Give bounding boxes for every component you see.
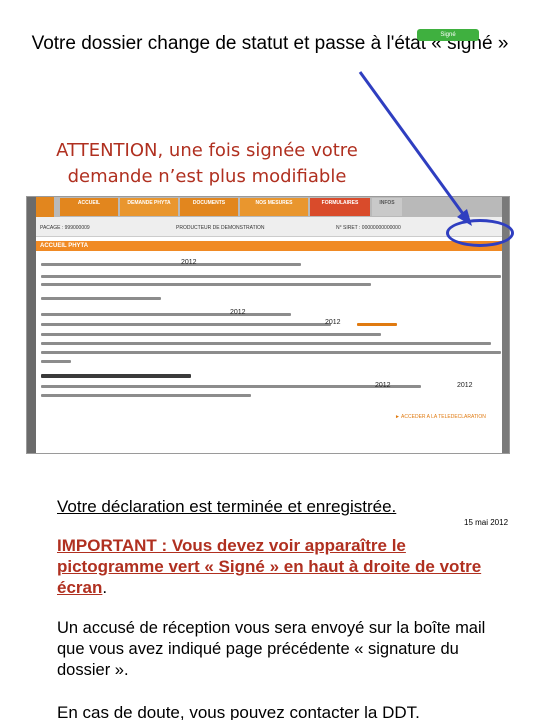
important-text: IMPORTANT : Vous devez voir apparaître l… xyxy=(57,536,482,597)
nav-tab-formulaires[interactable]: FORMULAIRES xyxy=(310,198,370,216)
declaration-done-label: Votre déclaration est terminée et enregi… xyxy=(57,497,392,516)
text-line xyxy=(41,323,331,326)
teledeclaration-link[interactable]: ► ACCEDER A LA TELEDECLARATION xyxy=(395,414,486,420)
screenshot-panel: ACCUEIL DEMANDE PHYTA DOCUMENTS NOS MESU… xyxy=(26,196,510,454)
nav-tab-accueil[interactable]: ACCUEIL xyxy=(60,198,118,216)
signe-status-button[interactable]: Signé xyxy=(417,29,479,41)
document-date: 15 mai 2012 xyxy=(464,518,509,527)
highlight-ellipse xyxy=(446,219,514,247)
accueil-section-title: ACCUEIL PHYTA xyxy=(36,241,502,251)
text-line xyxy=(41,394,251,397)
text-line xyxy=(41,297,161,300)
important-dot: . xyxy=(102,578,108,597)
declaration-done-dot: . xyxy=(391,497,397,516)
top-nav: ACCUEIL DEMANDE PHYTA DOCUMENTS NOS MESU… xyxy=(36,197,502,217)
dossier-info-bar: PACAGE : 999000009 PRODUCTEUR DE DEMONST… xyxy=(36,217,502,237)
important-notice: IMPORTANT : Vous devez voir apparaître l… xyxy=(57,535,507,598)
year-annotation: 2012 xyxy=(181,259,197,266)
receipt-info: Un accusé de réception vous sera envoyé … xyxy=(57,619,486,679)
nav-tab-demande[interactable]: DEMANDE PHYTA xyxy=(120,198,178,216)
warning-text: ATTENTION, une fois signée votre demande… xyxy=(56,140,358,187)
text-line xyxy=(41,333,381,336)
declaration-done-text: Votre déclaration est terminée et enregi… xyxy=(57,497,396,517)
year-annotation: 2012 xyxy=(457,382,473,389)
year-annotation: 2012 xyxy=(325,319,341,326)
nav-tab-documents[interactable]: DOCUMENTS xyxy=(180,198,238,216)
producer-name: PRODUCTEUR DE DEMONSTRATION xyxy=(176,225,265,231)
year-annotation: 2012 xyxy=(375,382,391,389)
pacage-number: PACAGE : 999000009 xyxy=(40,225,90,231)
home-logo-icon[interactable] xyxy=(36,197,54,217)
contact-ddt-text: En cas de doute, vous pouvez contacter l… xyxy=(57,703,420,720)
nav-tab-infos[interactable]: INFOS xyxy=(372,198,402,216)
text-line xyxy=(41,283,371,286)
text-line xyxy=(41,275,501,278)
text-line xyxy=(41,263,301,266)
text-line xyxy=(41,342,491,345)
year-annotation: 2012 xyxy=(230,309,246,316)
text-line xyxy=(41,360,71,363)
text-line xyxy=(41,351,501,354)
nav-tab-mesures[interactable]: NOS MESURES xyxy=(240,198,308,216)
screenshot-left-border xyxy=(27,197,36,453)
attention-declaration-line xyxy=(41,374,191,378)
text-line xyxy=(41,313,291,316)
link-line[interactable] xyxy=(357,323,397,326)
text-line xyxy=(41,385,421,388)
siret-number: N° SIRET : 00000000000000 xyxy=(336,225,401,231)
